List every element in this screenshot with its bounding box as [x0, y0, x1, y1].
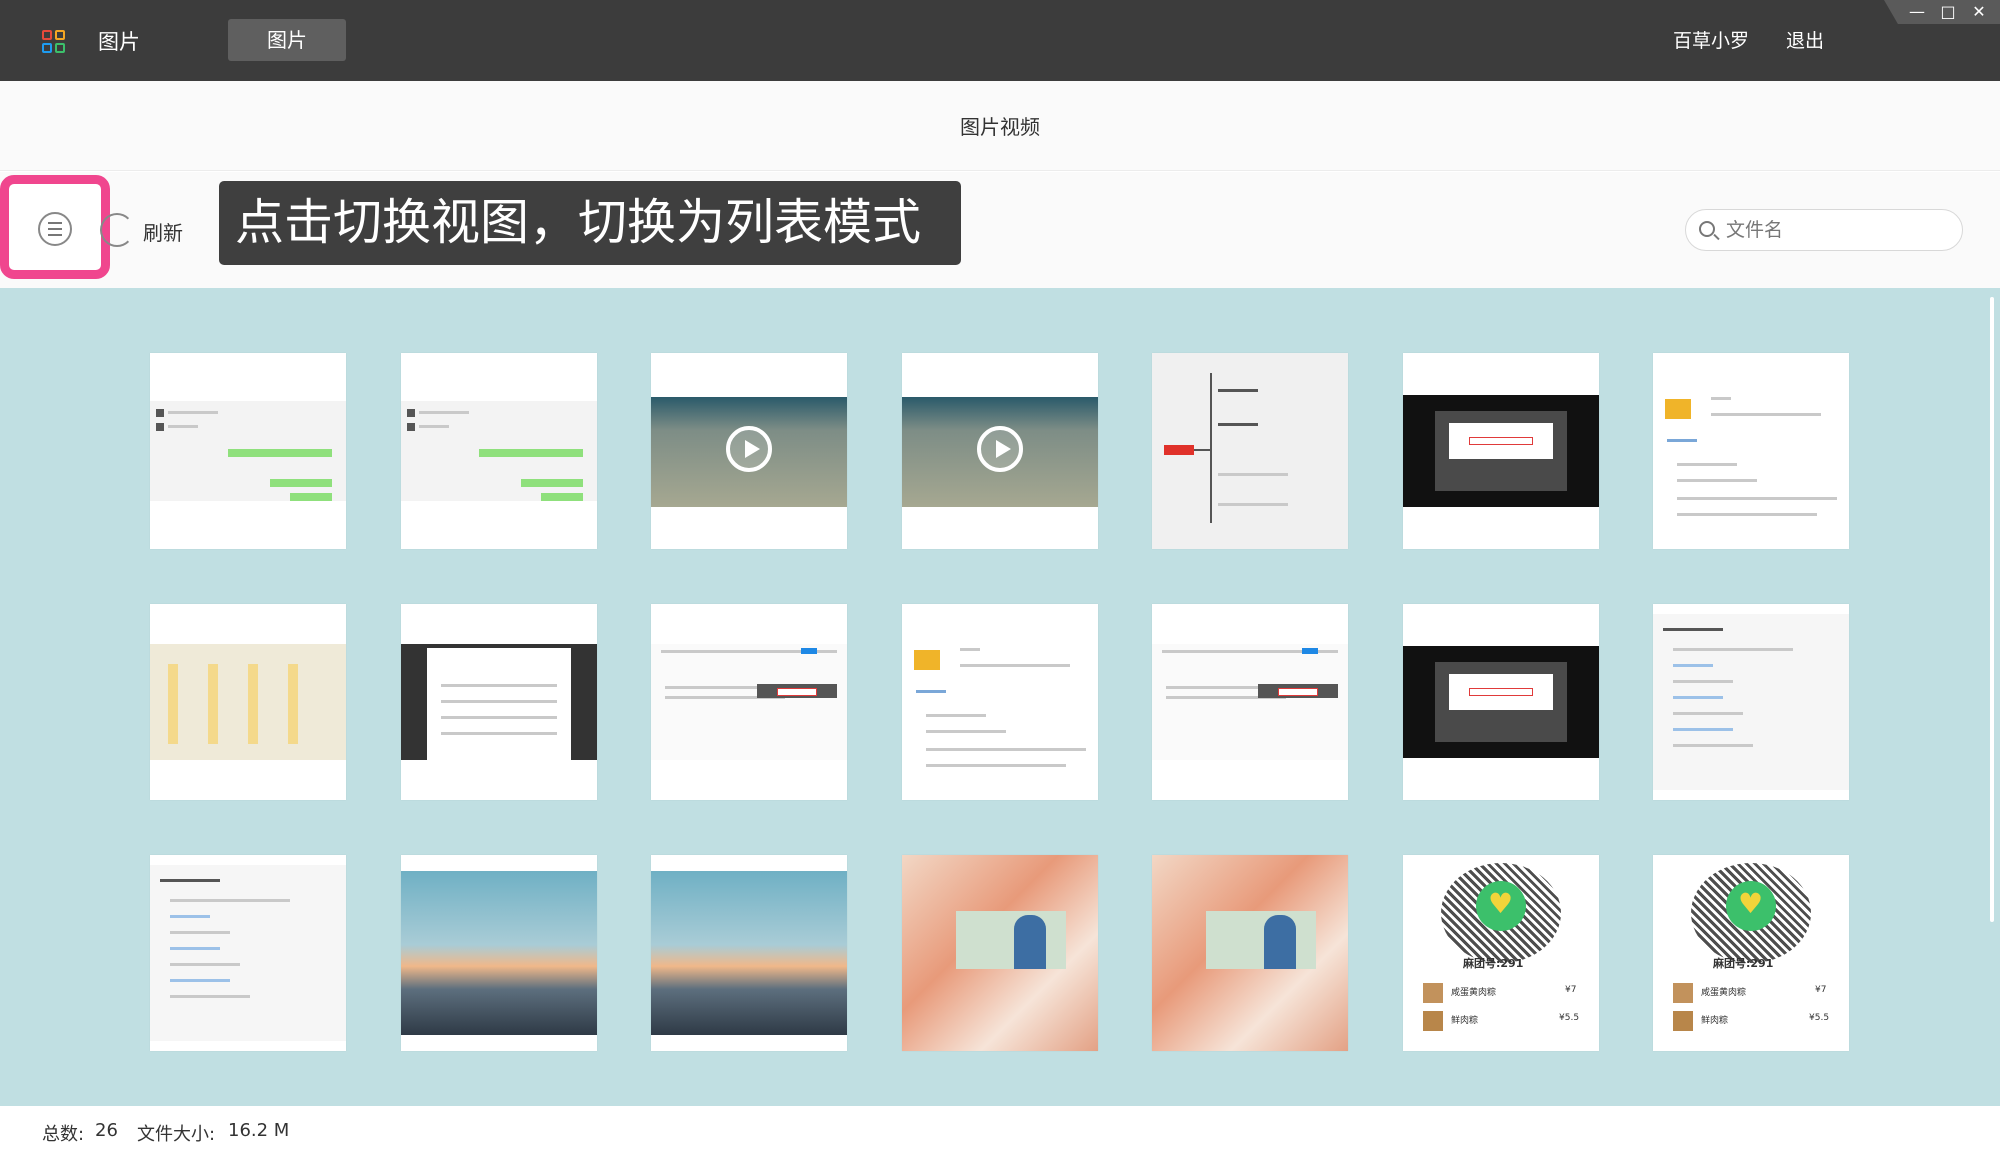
- page-header: 图片视频: [0, 81, 2000, 171]
- search-input[interactable]: [1726, 215, 1946, 245]
- menu-item-price: ¥5.5: [1559, 1013, 1580, 1023]
- qr-label: 麻团号:291: [1713, 957, 1774, 970]
- menu-item-name: 鲜肉粽: [1701, 1016, 1729, 1026]
- tab-pictures[interactable]: 图片: [228, 19, 346, 61]
- thumbnail-portrait-slide[interactable]: [1152, 855, 1348, 1051]
- qr-label: 麻团号:291: [1463, 957, 1524, 970]
- app-title: 图片: [98, 30, 140, 54]
- refresh-button[interactable]: 刷新: [143, 217, 183, 246]
- thumbnail-table-dialog[interactable]: [401, 604, 597, 800]
- user-name[interactable]: 百草小罗: [1673, 26, 1749, 53]
- menu-item-name: 咸蛋黄肉粽: [1451, 988, 1497, 998]
- thumbnail-chat-screenshot[interactable]: [150, 353, 346, 549]
- title-bar: 图片 图片 百草小罗 退出 — □ ✕: [0, 0, 2000, 81]
- thumbnail-dark-dialog[interactable]: [1403, 604, 1599, 800]
- thumbnail-qr-menu[interactable]: 麻团号:291 咸蛋黄肉粽 ¥7 鲜肉粽 ¥5.5: [1403, 855, 1599, 1051]
- minimize-icon[interactable]: —: [1907, 2, 1927, 22]
- maximize-icon[interactable]: □: [1938, 2, 1958, 22]
- search-box[interactable]: [1685, 209, 1963, 251]
- menu-item-price: ¥7: [1565, 985, 1577, 995]
- thumbnail-chat-screenshot[interactable]: [401, 353, 597, 549]
- thumbnail-qr-menu[interactable]: 麻团号:291 咸蛋黄肉粽 ¥7 鲜肉粽 ¥5.5: [1653, 855, 1849, 1051]
- thumbnail-video[interactable]: [902, 353, 1098, 549]
- app-grid-icon: [42, 30, 66, 54]
- size-value: 16.2 M: [228, 1120, 290, 1141]
- list-view-toggle-button[interactable]: [38, 212, 72, 246]
- thumbnail-app-grid[interactable]: [150, 604, 346, 800]
- refresh-icon[interactable]: [100, 213, 134, 247]
- thumbnail-mindmap[interactable]: [1152, 353, 1348, 549]
- qr-logo-icon: [1726, 881, 1776, 931]
- qr-logo-icon: [1476, 881, 1526, 931]
- thumbnail-forklift-page[interactable]: [1653, 353, 1849, 549]
- thumbnail-sky-photo[interactable]: [401, 855, 597, 1051]
- page-title: 图片视频: [960, 115, 1040, 139]
- thumbnail-document-list[interactable]: [150, 855, 346, 1051]
- close-icon[interactable]: ✕: [1969, 2, 1989, 22]
- size-label: 文件大小:: [137, 1124, 216, 1145]
- menu-item-name: 鲜肉粽: [1451, 1016, 1479, 1026]
- thumbnail-dark-dialog[interactable]: [1403, 353, 1599, 549]
- thumbnail-video[interactable]: [651, 353, 847, 549]
- thumbnail-web-form[interactable]: [1152, 604, 1348, 800]
- thumbnail-web-form[interactable]: [651, 604, 847, 800]
- thumbnail-portrait-slide[interactable]: [902, 855, 1098, 1051]
- tutorial-tooltip: 点击切换视图，切换为列表模式: [219, 181, 961, 265]
- menu-item-price: ¥7: [1815, 985, 1827, 995]
- menu-item-price: ¥5.5: [1809, 1013, 1830, 1023]
- toolbar: 刷新 点击切换视图，切换为列表模式: [0, 172, 2000, 288]
- thumbnail-forklift-page[interactable]: [902, 604, 1098, 800]
- play-icon[interactable]: [977, 426, 1023, 472]
- scrollbar[interactable]: [1990, 297, 1994, 922]
- status-bar: 总数: 26 文件大小: 16.2 M: [0, 1106, 2000, 1158]
- total-value: 26: [95, 1120, 118, 1141]
- thumbnail-sky-photo[interactable]: [651, 855, 847, 1051]
- play-icon[interactable]: [726, 426, 772, 472]
- search-icon: [1699, 221, 1715, 237]
- logout-button[interactable]: 退出: [1786, 26, 1824, 53]
- thumbnail-document-list[interactable]: [1653, 604, 1849, 800]
- menu-item-name: 咸蛋黄肉粽: [1701, 988, 1747, 998]
- total-label: 总数:: [42, 1124, 85, 1145]
